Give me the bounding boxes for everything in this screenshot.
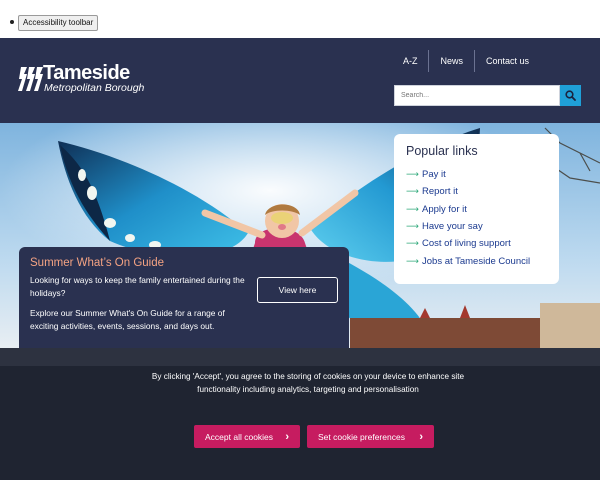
logo-subtitle: Metropolitan Borough bbox=[44, 82, 145, 94]
summer-guide-text: Explore our Summer What's On Guide for a… bbox=[30, 308, 225, 331]
cookie-preferences-button[interactable]: Set cookie preferences › bbox=[307, 425, 434, 448]
list-item: ⟶ Jobs at Tameside Council bbox=[406, 252, 547, 269]
list-item: ⟶ Report it bbox=[406, 183, 547, 200]
search-form bbox=[394, 85, 581, 106]
list-bullet bbox=[10, 20, 14, 24]
arrow-right-icon: ⟶ bbox=[406, 255, 419, 266]
top-navigation: A-Z News Contact us bbox=[392, 50, 540, 72]
link-have-your-say[interactable]: Have your say bbox=[422, 221, 483, 232]
link-apply-for-it[interactable]: Apply for it bbox=[422, 204, 467, 215]
list-item: ⟶ Apply for it bbox=[406, 201, 547, 218]
accept-cookies-label: Accept all cookies bbox=[205, 431, 274, 442]
cookie-banner: By clicking 'Accept', you agree to the s… bbox=[0, 348, 600, 480]
link-jobs[interactable]: Jobs at Tameside Council bbox=[422, 256, 530, 267]
list-item: ⟶ Have your say bbox=[406, 218, 547, 235]
link-cost-of-living[interactable]: Cost of living support bbox=[422, 238, 511, 249]
arrow-right-icon: ⟶ bbox=[406, 221, 419, 232]
link-pay-it[interactable]: Pay it bbox=[422, 169, 446, 180]
arrow-right-icon: ⟶ bbox=[406, 203, 419, 214]
nav-news[interactable]: News bbox=[429, 50, 474, 72]
search-icon bbox=[565, 90, 576, 101]
site-header: Tameside Metropolitan Borough A-Z News C… bbox=[0, 38, 600, 123]
list-item: ⟶ Cost of living support bbox=[406, 235, 547, 252]
list-item: ⟶ Pay it bbox=[406, 166, 547, 183]
utility-bar: Accessibility toolbar bbox=[0, 0, 600, 38]
popular-links-list: ⟶ Pay it ⟶ Report it ⟶ Apply for it ⟶ Have y… bbox=[406, 166, 547, 270]
nav-contact-us[interactable]: Contact us bbox=[475, 50, 540, 72]
link-report-it[interactable]: Report it bbox=[422, 186, 458, 197]
arrow-right-icon: ⟶ bbox=[406, 238, 419, 249]
search-button[interactable] bbox=[560, 85, 581, 106]
accept-cookies-button[interactable]: Accept all cookies › bbox=[194, 425, 300, 448]
summer-guide-card: Summer What’s On Guide Looking for ways … bbox=[19, 247, 349, 348]
chevron-right-icon: › bbox=[285, 430, 289, 443]
popular-links-card: Popular links ⟶ Pay it ⟶ Report it ⟶ Apply … bbox=[394, 134, 559, 284]
hero-banner: Popular links ⟶ Pay it ⟶ Report it ⟶ Apply … bbox=[0, 123, 600, 348]
arrow-right-icon: ⟶ bbox=[406, 169, 419, 180]
view-here-button[interactable]: View here bbox=[257, 277, 338, 303]
search-input[interactable] bbox=[394, 85, 560, 106]
accessibility-toolbar-button[interactable]: Accessibility toolbar bbox=[18, 15, 99, 31]
tameside-logo-icon bbox=[18, 67, 43, 91]
summer-guide-text: Looking for ways to keep the family ente… bbox=[30, 275, 245, 298]
chevron-right-icon: › bbox=[419, 430, 423, 443]
tameside-logo[interactable]: Tameside Metropolitan Borough bbox=[18, 62, 158, 95]
arrow-right-icon: ⟶ bbox=[406, 186, 419, 197]
summer-guide-title: Summer What’s On Guide bbox=[30, 257, 165, 269]
popular-links-title: Popular links bbox=[406, 144, 478, 158]
cookie-message: By clicking 'Accept', you agree to the s… bbox=[151, 372, 465, 395]
nav-a-z[interactable]: A-Z bbox=[392, 50, 429, 72]
cookie-preferences-label: Set cookie preferences bbox=[318, 431, 405, 442]
